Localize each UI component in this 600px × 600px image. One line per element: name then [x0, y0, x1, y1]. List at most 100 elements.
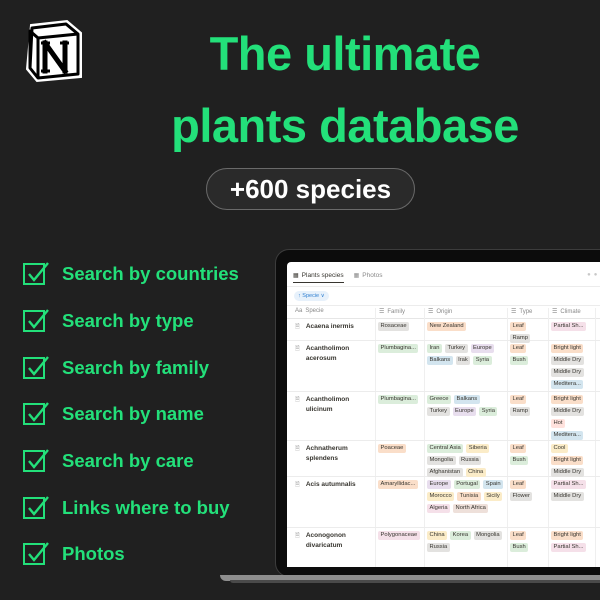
origin-tag: Syria — [479, 407, 498, 416]
tab-photos[interactable]: ▦ Photos — [354, 272, 383, 282]
feature-item: Links where to buy — [22, 493, 282, 523]
type-tag: Leaf — [510, 344, 527, 353]
table-row[interactable]: 🗎 Acantholimon ulicinum Plumbagina... Greec… — [287, 392, 600, 441]
feature-item: Photos — [22, 539, 282, 569]
specie-name: Achnatherum splendens — [305, 445, 348, 462]
origin-tag: Algeria — [427, 504, 451, 513]
column-header-specie[interactable]: Aa Specie — [295, 308, 324, 314]
family-tag: Plumbagina... — [378, 395, 419, 404]
family-cell[interactable]: Plumbagina... — [378, 344, 424, 353]
origin-tag: Irak — [455, 356, 471, 365]
checkbox-check-icon — [23, 542, 49, 565]
page-icon: 🗎 — [295, 346, 300, 352]
page-icon: 🗎 — [295, 482, 300, 488]
origin-tag: China — [427, 531, 448, 540]
origin-cell[interactable]: Europe Portugal Spain Morocco Tunisia Sicily A… — [427, 480, 505, 513]
climate-tag: Middle Dry — [551, 407, 584, 416]
specie-name-cell[interactable]: 🗎 Achnatherum splendens — [295, 444, 356, 464]
table-icon: ▦ — [293, 272, 299, 279]
type-tag: Flower — [510, 492, 533, 501]
type-tag: Bush — [510, 356, 529, 365]
family-cell[interactable]: Polygonaceae — [378, 531, 424, 540]
table-row[interactable]: 🗎 Acantholimon acerosum Plumbagina... Iran T… — [287, 341, 600, 392]
type-tag: Leaf — [510, 395, 527, 404]
origin-cell[interactable]: Iran Turkey Europe Balkans Irak Syria — [427, 344, 505, 365]
page-icon: 🗎 — [295, 533, 300, 539]
feature-item: Search by care — [22, 446, 282, 476]
family-cell[interactable]: Plumbagina... — [378, 395, 424, 404]
specie-name-cell[interactable]: 🗎 Aconogonon divaricatum — [295, 531, 356, 551]
tab-label: Photos — [362, 272, 383, 279]
checkbox-check-icon — [23, 449, 49, 472]
headline-line-2: plants database — [171, 99, 519, 152]
table-row[interactable]: 🗎 Aconogonon divaricatum Polygonaceae China… — [287, 528, 600, 567]
climate-tag: Cool — [551, 444, 568, 453]
origin-cell[interactable]: New Zealand — [427, 322, 505, 331]
origin-tag: Sicily — [483, 492, 503, 501]
origin-tag: Korea — [450, 531, 471, 540]
climate-tag: Partial Sh... — [551, 322, 586, 331]
climate-tag: Middle Dry — [551, 368, 584, 377]
origin-tag: Morocco — [427, 492, 455, 501]
origin-cell[interactable]: Greece Balkans Turkey Europe Syria — [427, 395, 505, 416]
climate-cell[interactable]: Partial Sh... — [551, 322, 593, 331]
specie-name-cell[interactable]: 🗎 Acaena inermis — [295, 322, 356, 332]
page-icon: 🗎 — [295, 324, 300, 330]
type-cell[interactable]: Leaf Bush — [510, 344, 546, 365]
climate-cell[interactable]: Bright light Middle Dry Middle Dry Meditera… — [551, 344, 593, 389]
family-cell[interactable]: Rosaceae — [378, 322, 424, 331]
climate-cell[interactable]: Bright light Partial Sh... — [551, 531, 593, 552]
type-cell[interactable]: Leaf Bush — [510, 531, 546, 552]
laptop-base-shadow — [230, 580, 600, 583]
type-cell[interactable]: Leaf Ramp — [510, 395, 546, 416]
origin-tag: Europe — [427, 480, 451, 489]
climate-tag: Hot — [551, 419, 566, 428]
table-row[interactable]: 🗎 Achnatherum splendens Poaceae Central Asi… — [287, 441, 600, 477]
climate-cell[interactable]: Partial Sh... Middle Dry — [551, 480, 593, 501]
database-screen: ▦ Plants species ▦ Photos ●●● ↑ Specie ∨… — [287, 262, 600, 567]
origin-tag: Turkey — [445, 344, 468, 353]
page-icon: 🗎 — [295, 397, 300, 403]
tab-plants-species[interactable]: ▦ Plants species — [293, 272, 344, 283]
origin-tag: Balkans — [454, 395, 480, 404]
origin-tag: Central Asia — [427, 444, 464, 453]
feature-label: Search by family — [62, 357, 210, 378]
family-cell[interactable]: Poaceae — [378, 444, 424, 453]
view-tabs: ▦ Plants species ▦ Photos — [293, 270, 393, 284]
sort-filter-chip[interactable]: ↑ Specie ∨ — [294, 291, 329, 301]
checkbox-check-icon — [23, 402, 49, 425]
multi-select-icon: ☰ — [428, 309, 434, 315]
family-cell[interactable]: Amaryllidac... — [378, 480, 424, 489]
climate-cell[interactable]: Cool Bright light Middle Dry — [551, 444, 593, 477]
text-property-icon: Aa — [295, 308, 303, 314]
specie-name-cell[interactable]: 🗎 Acantholimon ulicinum — [295, 395, 356, 415]
headline-line-1: The ultimate — [209, 27, 481, 80]
specie-name-cell[interactable]: 🗎 Acantholimon acerosum — [295, 344, 356, 364]
specie-name: Acantholimon ulicinum — [305, 396, 350, 413]
climate-tag: Middle Dry — [551, 468, 584, 477]
multi-select-icon: ☰ — [552, 309, 558, 315]
climate-cell[interactable]: Bright light Middle Dry Hot Meditera... — [551, 395, 593, 440]
type-tag: Leaf — [510, 444, 527, 453]
origin-tag: China — [465, 468, 486, 477]
table-row[interactable]: 🗎 Acis autumnalis Amaryllidac... Europe Port… — [287, 477, 600, 528]
gallery-icon: ▦ — [353, 273, 360, 279]
column-header-type[interactable]: ☰ Type — [511, 308, 532, 315]
family-tag: Poaceae — [378, 444, 406, 453]
type-tag: Bush — [510, 543, 529, 552]
origin-cell[interactable]: China Korea Mongolia Russia — [427, 531, 505, 552]
climate-tag: Bright light — [551, 344, 584, 353]
climate-tag: Middle Dry — [551, 356, 584, 365]
type-cell[interactable]: Leaf Flower — [510, 480, 546, 501]
family-tag: Plumbagina... — [378, 344, 419, 353]
origin-cell[interactable]: Central Asia Siberia Mongolia Russia Afghani… — [427, 444, 505, 477]
table-row[interactable]: 🗎 Acaena inermis Rosaceae New Zealand Leaf Ra… — [287, 319, 600, 343]
column-header-origin[interactable]: ☰ Origin — [428, 308, 452, 315]
specie-name-cell[interactable]: 🗎 Acis autumnalis — [295, 480, 356, 490]
column-header-family[interactable]: ☰ Family — [379, 308, 405, 315]
checkbox-check-icon — [23, 309, 49, 332]
type-cell[interactable]: Leaf Ramp — [510, 322, 546, 343]
type-cell[interactable]: Leaf Bush — [510, 444, 546, 465]
column-header-climate[interactable]: ☰ Climate — [552, 308, 581, 315]
family-tag: Polygonaceae — [378, 531, 420, 540]
